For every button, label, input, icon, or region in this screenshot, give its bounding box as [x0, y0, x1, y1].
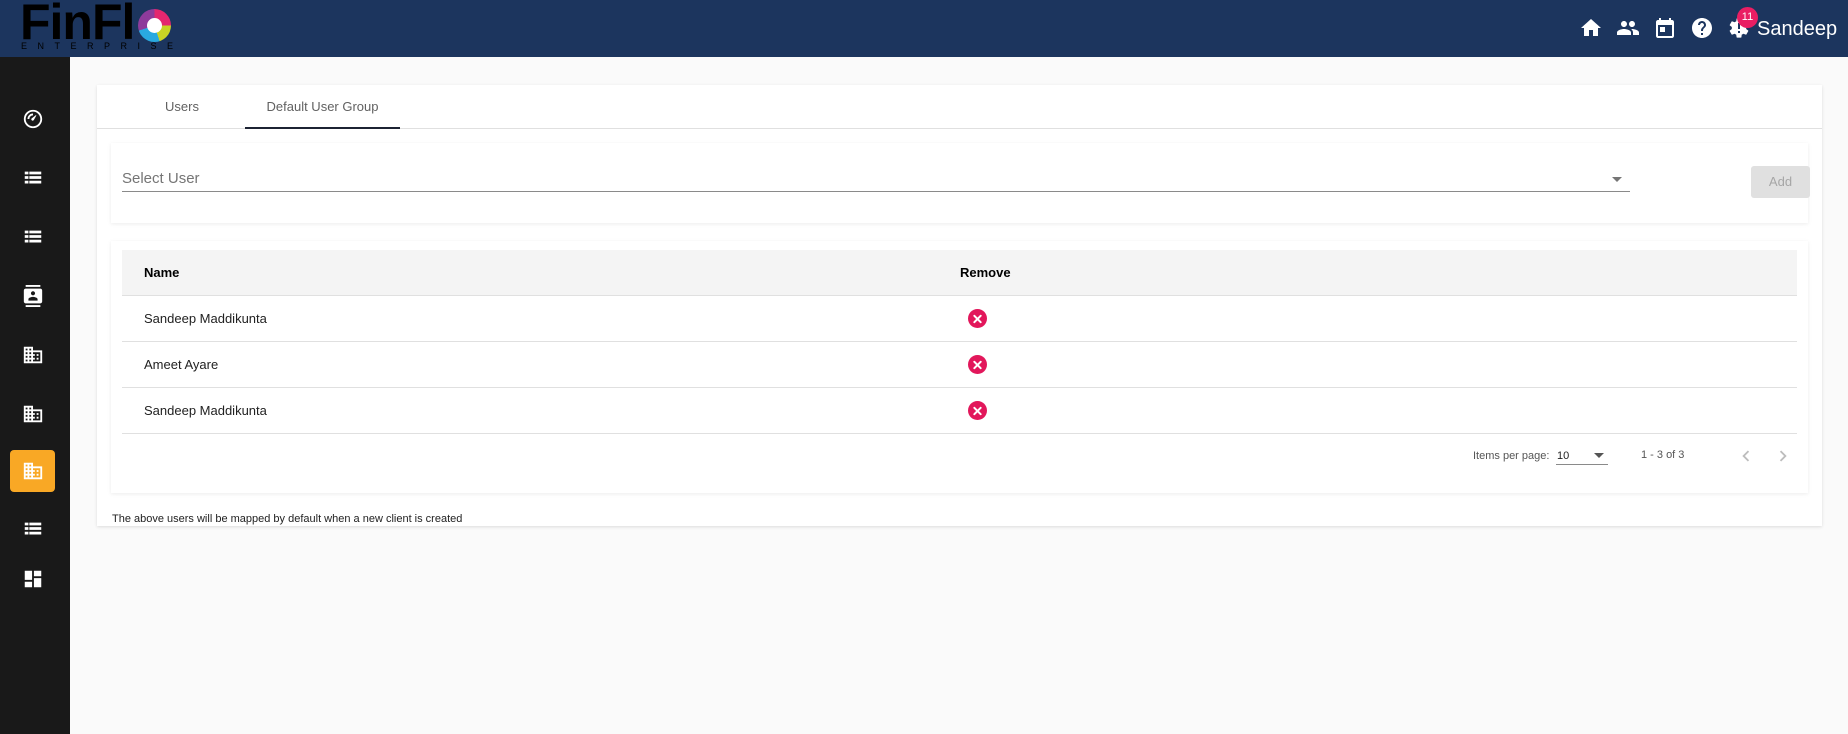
top-bar: FinFl ENTERPRISE 11 Sandeep — [0, 0, 1848, 57]
default-mapping-note: The above users will be mapped by defaul… — [112, 513, 463, 525]
sidebar-item-list-2[interactable] — [10, 216, 55, 258]
people-icon[interactable] — [1616, 16, 1640, 40]
remove-circle-icon[interactable] — [968, 401, 987, 420]
business-icon — [23, 405, 42, 423]
items-per-page-label: Items per page: — [1473, 450, 1550, 462]
sidebar-item-business-3-active[interactable] — [10, 450, 55, 492]
user-name-cell: Ameet Ayare — [144, 357, 219, 372]
users-table-card: Name Remove Sandeep Maddikunta Ameet Aya… — [111, 241, 1808, 493]
table-row: Sandeep Maddikunta — [122, 388, 1797, 434]
home-icon[interactable] — [1579, 16, 1603, 40]
sidebar-item-list-1[interactable] — [10, 157, 55, 199]
calendar-icon[interactable] — [1653, 16, 1677, 40]
chevron-left-icon — [1742, 450, 1750, 462]
help-icon[interactable] — [1690, 16, 1714, 40]
logo-subtext: ENTERPRISE — [21, 41, 184, 51]
list-icon — [24, 230, 41, 243]
page-size-select[interactable]: 10 — [1556, 443, 1608, 465]
sidebar-item-dashboard-speed[interactable] — [10, 98, 55, 140]
dropdown-arrow-icon — [1594, 453, 1604, 458]
dropdown-arrow-icon — [1612, 177, 1622, 182]
tab-bar: Users Default User Group — [97, 85, 1822, 129]
chevron-right-icon — [1779, 450, 1787, 462]
user-name-cell: Sandeep Maddikunta — [144, 311, 267, 326]
page-size-value: 10 — [1557, 450, 1570, 462]
dashboard-icon — [24, 570, 41, 588]
select-user-card: Select User Add — [111, 143, 1810, 223]
sidebar-item-dashboard[interactable] — [10, 558, 55, 600]
logo-pie-icon — [138, 9, 171, 42]
table-row: Sandeep Maddikunta — [122, 296, 1797, 342]
sidebar-item-business-1[interactable] — [10, 334, 55, 376]
sidebar-item-list-3[interactable] — [10, 508, 55, 550]
default-user-group-panel: Users Default User Group Select User Add… — [97, 85, 1822, 526]
sidebar — [0, 57, 70, 734]
username[interactable]: Sandeep — [1757, 17, 1837, 41]
sidebar-item-business-2[interactable] — [10, 393, 55, 435]
column-header-name: Name — [144, 265, 180, 280]
select-user-dropdown[interactable]: Select User — [122, 162, 1630, 192]
tab-default-user-group[interactable]: Default User Group — [245, 85, 400, 129]
column-header-remove: Remove — [960, 265, 1011, 280]
contact-card-icon — [23, 285, 42, 307]
finflo-logo[interactable]: FinFl ENTERPRISE — [20, 0, 173, 52]
business-icon — [23, 462, 42, 480]
paginator: Items per page: 10 1 - 3 of 3 — [111, 441, 1808, 471]
remove-circle-icon[interactable] — [968, 309, 987, 328]
list-icon — [24, 522, 41, 535]
logo-text: FinFl — [20, 0, 135, 50]
speed-icon — [23, 109, 42, 129]
sidebar-item-contacts[interactable] — [10, 275, 55, 317]
table-row: Ameet Ayare — [122, 342, 1797, 388]
user-name-cell: Sandeep Maddikunta — [144, 403, 267, 418]
notification-badge[interactable]: 11 — [1737, 7, 1758, 28]
remove-circle-icon[interactable] — [968, 355, 987, 374]
previous-page-button[interactable] — [1732, 442, 1760, 470]
table-header: Name Remove — [122, 250, 1797, 296]
add-button[interactable]: Add — [1751, 166, 1810, 198]
select-user-placeholder: Select User — [122, 170, 200, 187]
list-icon — [24, 171, 41, 184]
tab-users[interactable]: Users — [131, 85, 233, 129]
business-icon — [23, 346, 42, 364]
next-page-button[interactable] — [1769, 442, 1797, 470]
page-range-label: 1 - 3 of 3 — [1641, 449, 1685, 461]
